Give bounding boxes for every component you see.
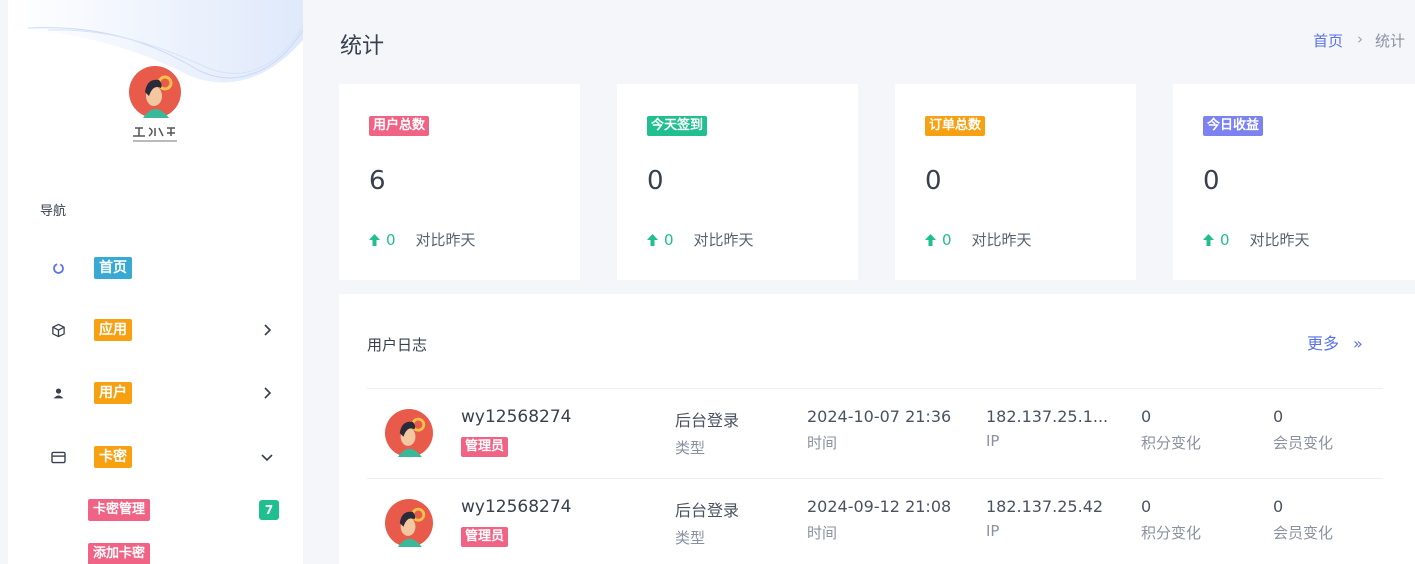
arrow-up-icon <box>369 233 380 246</box>
log-member-col: 0 会员变化 <box>1273 407 1333 453</box>
stat-delta-value: 0 <box>942 230 952 249</box>
stat-delta-value: 0 <box>1220 230 1230 249</box>
arrow-up-icon <box>647 233 658 246</box>
role-badge: 管理员 <box>461 437 509 457</box>
stat-value: 6 <box>369 166 386 196</box>
log-type-value: 后台登录 <box>675 411 740 430</box>
sidebar: 导航 首页 应用 用户 卡密 卡密管理 7 添加卡密 <box>8 0 303 564</box>
chevron-right-icon <box>264 324 272 336</box>
stat-delta: 0 对比昨天 <box>647 229 754 250</box>
arrow-up-icon <box>925 233 936 246</box>
spinner-icon <box>50 260 66 276</box>
log-row: wy12568274 管理员 后台登录类型 2024-09-12 21:08 时间… <box>367 478 1383 564</box>
stat-compare-label: 对比昨天 <box>693 231 754 249</box>
stat-delta: 0 对比昨天 <box>369 229 476 250</box>
log-type-label: 类型 <box>675 529 706 547</box>
stat-compare-label: 对比昨天 <box>415 231 476 249</box>
stat-value: 0 <box>1203 166 1220 196</box>
more-label: 更多 <box>1307 334 1340 353</box>
stat-tag: 订单总数 <box>925 116 986 136</box>
nav-section-title: 导航 <box>40 204 67 219</box>
log-type-col: 后台登录 类型 <box>675 497 739 548</box>
breadcrumb: 首页 › 统计 <box>1313 30 1405 51</box>
breadcrumb-separator: › <box>1357 30 1364 48</box>
log-time-col: 2024-09-12 21:08 时间 <box>807 497 951 543</box>
log-points-value: 0 <box>1141 407 1152 426</box>
chevron-down-icon <box>261 454 273 462</box>
log-username[interactable]: wy12568274 <box>461 497 572 517</box>
log-ip-label: IP <box>986 432 1000 450</box>
user-avatar <box>385 409 433 457</box>
breadcrumb-home-link[interactable]: 首页 <box>1313 30 1343 51</box>
log-member-col: 0 会员变化 <box>1273 497 1333 543</box>
sidebar-item-label: 应用 <box>94 319 132 341</box>
log-ip-col: 182.137.25.42 IP <box>986 497 1103 540</box>
log-member-value: 0 <box>1273 497 1284 516</box>
log-row: wy12568274 管理员 后台登录类型 2024-10-07 21:36 时间… <box>367 388 1383 477</box>
stat-delta-value: 0 <box>386 230 396 249</box>
log-type-value: 后台登录 <box>675 501 740 520</box>
card-count-badge: 7 <box>259 500 279 520</box>
stat-delta-value: 0 <box>664 230 674 249</box>
log-ip-value: 182.137.25.42 <box>986 497 1104 516</box>
log-type-col: 后台登录 类型 <box>675 407 739 458</box>
log-member-label: 会员变化 <box>1273 434 1334 452</box>
page-title: 统计 <box>340 34 385 59</box>
sidebar-item-label: 首页 <box>94 257 132 279</box>
sidebar-item-home[interactable]: 首页 <box>50 253 275 283</box>
stat-tag: 用户总数 <box>369 116 430 136</box>
log-time-value: 2024-09-12 21:08 <box>807 497 952 516</box>
log-points-col: 0 积分变化 <box>1141 407 1201 453</box>
log-points-value: 0 <box>1141 497 1152 516</box>
arrow-up-icon <box>1203 233 1214 246</box>
log-type-label: 类型 <box>675 439 706 457</box>
log-points-label: 积分变化 <box>1141 524 1202 542</box>
log-member-value: 0 <box>1273 407 1284 426</box>
stat-card-total-orders: 订单总数 0 0 对比昨天 <box>895 84 1136 280</box>
log-ip-label: IP <box>986 522 1000 540</box>
user-log-panel: 用户日志 更多» wy12568274 管理员 后台登录 类型 2024-10-0… <box>339 294 1415 564</box>
stat-tag: 今天签到 <box>647 116 708 136</box>
sidebar-item-label: 用户 <box>94 382 132 404</box>
log-member-label: 会员变化 <box>1273 524 1334 542</box>
more-link[interactable]: 更多 » <box>1307 330 1363 354</box>
stat-card-total-users: 用户总数 6 0 对比昨天 <box>339 84 580 280</box>
sidebar-item-users[interactable]: 用户 <box>50 378 275 408</box>
site-logo-avatar <box>129 66 181 118</box>
log-points-label: 积分变化 <box>1141 434 1202 452</box>
log-ip-value: 182.137.25.1... <box>986 407 1109 426</box>
panel-title: 用户日志 <box>367 336 428 354</box>
sidebar-item-apps[interactable]: 应用 <box>50 315 275 345</box>
card-icon <box>50 449 66 465</box>
sidebar-subitem-card-manage[interactable]: 卡密管理 <box>88 499 151 521</box>
log-time-col: 2024-10-07 21:36 时间 <box>807 407 951 453</box>
stat-value: 0 <box>925 166 942 196</box>
stat-value: 0 <box>647 166 664 196</box>
log-time-value: 2024-10-07 21:36 <box>807 407 952 426</box>
sidebar-item-label: 卡密 <box>94 446 132 468</box>
stat-delta: 0 对比昨天 <box>1203 229 1310 250</box>
cube-icon <box>50 322 66 338</box>
sidebar-item-cards[interactable]: 卡密 <box>50 442 275 472</box>
stat-compare-label: 对比昨天 <box>1249 231 1310 249</box>
double-chevron-right-icon: » <box>1353 334 1363 353</box>
role-badge: 管理员 <box>461 527 509 547</box>
chevron-right-icon <box>264 387 272 399</box>
stat-tag: 今日收益 <box>1203 116 1264 136</box>
log-time-label: 时间 <box>807 524 838 542</box>
stat-card-today-checkin: 今天签到 0 0 对比昨天 <box>617 84 858 280</box>
log-time-label: 时间 <box>807 434 838 452</box>
stat-compare-label: 对比昨天 <box>971 231 1032 249</box>
breadcrumb-current: 统计 <box>1375 32 1406 50</box>
user-avatar <box>385 499 433 547</box>
sidebar-subitem-add-card[interactable]: 添加卡密 <box>88 543 151 564</box>
stat-delta: 0 对比昨天 <box>925 229 1032 250</box>
stat-card-today-revenue: 今日收益 0 0 对比昨天 <box>1173 84 1415 280</box>
log-ip-col: 182.137.25.1... IP <box>986 407 1108 450</box>
user-icon <box>50 385 66 401</box>
log-username[interactable]: wy12568274 <box>461 407 572 427</box>
site-logo-wordmark <box>133 127 177 142</box>
log-points-col: 0 积分变化 <box>1141 497 1201 543</box>
